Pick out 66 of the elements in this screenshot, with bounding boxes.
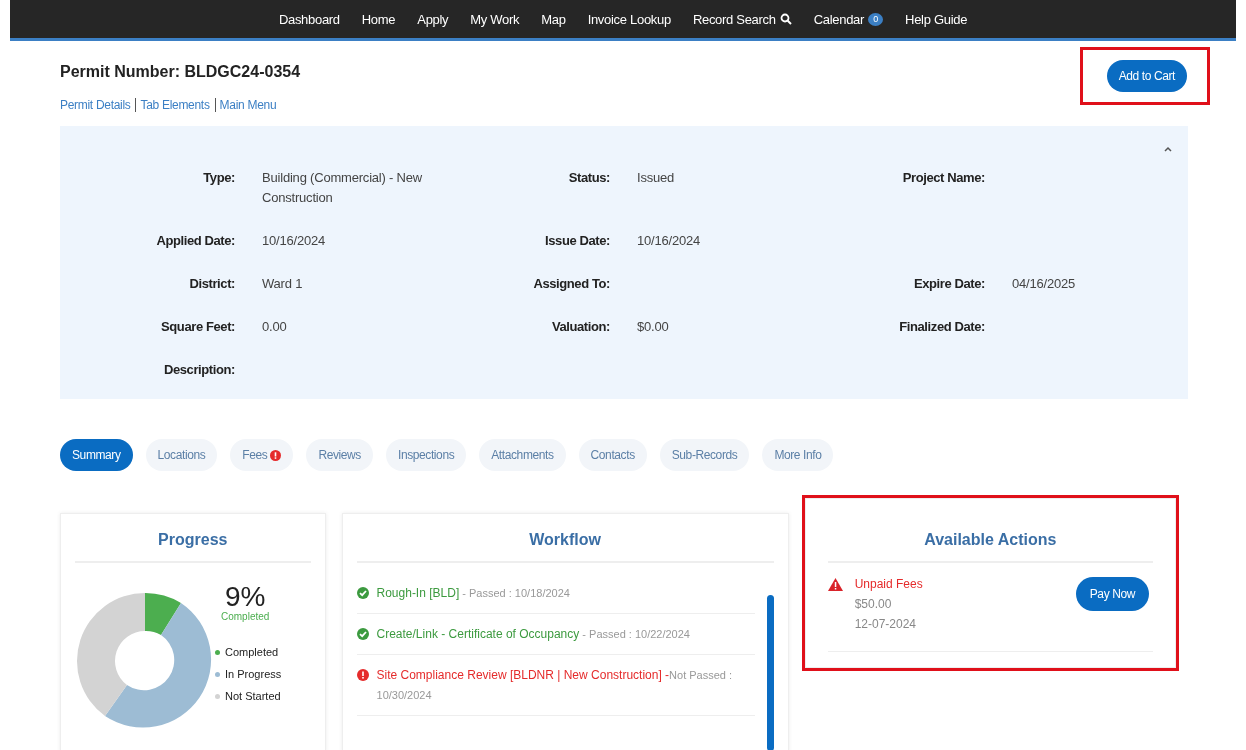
tab[interactable]: Attachments: [479, 439, 566, 471]
tab[interactable]: Summary: [60, 439, 133, 471]
field-label: Type:: [203, 170, 235, 185]
field-label: Applied Date:: [156, 233, 235, 248]
nav-link[interactable]: Record Search: [683, 7, 801, 31]
percent-value: 9%: [225, 581, 267, 612]
count-badge: 0: [868, 12, 884, 26]
card-title: Progress: [75, 514, 311, 563]
card-title: Workflow: [356, 514, 774, 563]
workflow-step[interactable]: Create/Link - Certificate of Occupancy - Passed : 10/22/2024: [376, 624, 690, 644]
field-label: Valuation:: [551, 319, 610, 334]
nav-link[interactable]: Map: [532, 7, 575, 31]
check-icon: [356, 628, 369, 640]
permit-title: Permit Number: BLDGC24-0354: [60, 63, 301, 81]
legend-label: Completed: [225, 646, 279, 658]
field-value: Building (Commercial) - New Construction: [262, 169, 424, 207]
workflow-step[interactable]: Site Compliance Review [BLDNR | New Construction] -Not Passed : 10/30/2024: [376, 665, 755, 705]
field-value: 04/16/2025: [1012, 275, 1077, 293]
legend-label: In Progress: [225, 668, 282, 680]
field-label: Square Feet:: [161, 319, 235, 334]
workflow-step[interactable]: Rough-In [BLD] - Passed : 10/18/2024: [376, 583, 570, 603]
field-label: Status:: [568, 170, 610, 185]
tab[interactable]: Locations: [145, 439, 218, 471]
tab[interactable]: Inspections: [385, 439, 467, 471]
check-icon: [356, 587, 369, 599]
card-title: Available Actions: [827, 514, 1153, 563]
field-label: District:: [189, 276, 235, 291]
field-label: Expire Date:: [913, 276, 985, 291]
chevron-icon[interactable]: [1164, 146, 1172, 152]
legend-label: Not Started: [225, 690, 281, 702]
field-label: Finalized Date:: [899, 319, 985, 334]
nav-link[interactable]: Home: [352, 7, 405, 31]
add-to-cart-button[interactable]: Add to Cart: [1106, 60, 1187, 92]
field-value: Ward 1: [262, 275, 304, 293]
field-label: Issue Date:: [545, 233, 610, 248]
field-label: Description:: [163, 362, 235, 377]
tab[interactable]: Sub-Records: [659, 439, 750, 471]
action-title: Unpaid Fees: [854, 577, 924, 591]
fee-amount: $50.00: [854, 597, 893, 611]
field-value: 10/16/2024: [637, 232, 702, 250]
nav-link[interactable]: Calendar 0: [804, 7, 893, 31]
breadcrumb-link[interactable]: Tab Elements: [135, 98, 210, 112]
due-date: 12-07-2024: [854, 617, 918, 631]
alert-icon: [356, 669, 369, 681]
field-label: Assigned To:: [533, 276, 610, 291]
breadcrumb-link[interactable]: Permit Details: [60, 98, 131, 112]
nav-link[interactable]: Apply: [408, 7, 458, 31]
tab[interactable]: Contacts: [578, 439, 647, 471]
tab[interactable]: Fees: [230, 439, 294, 471]
field-value: 10/16/2024: [262, 232, 327, 250]
scrollbar[interactable]: [766, 595, 774, 750]
tab[interactable]: More Info: [762, 439, 834, 471]
search-icon: [779, 13, 792, 25]
nav-link[interactable]: My Work: [461, 7, 529, 31]
breadcrumb-link[interactable]: Main Menu: [214, 98, 277, 112]
field-value: Issued: [637, 169, 676, 187]
field-value: $0.00: [637, 318, 670, 336]
nav-link[interactable]: Invoice Lookup: [578, 7, 680, 31]
pay-now-button[interactable]: Pay Now: [1075, 577, 1149, 611]
tab[interactable]: Reviews: [306, 439, 373, 471]
warning-icon: [827, 578, 843, 591]
nav-link[interactable]: Help Guide: [896, 7, 977, 31]
field-label: Project Name:: [902, 170, 985, 185]
field-value: 0.00: [262, 318, 288, 336]
nav-link[interactable]: Dashboard: [269, 7, 349, 31]
percent-caption: Completed: [221, 611, 271, 622]
